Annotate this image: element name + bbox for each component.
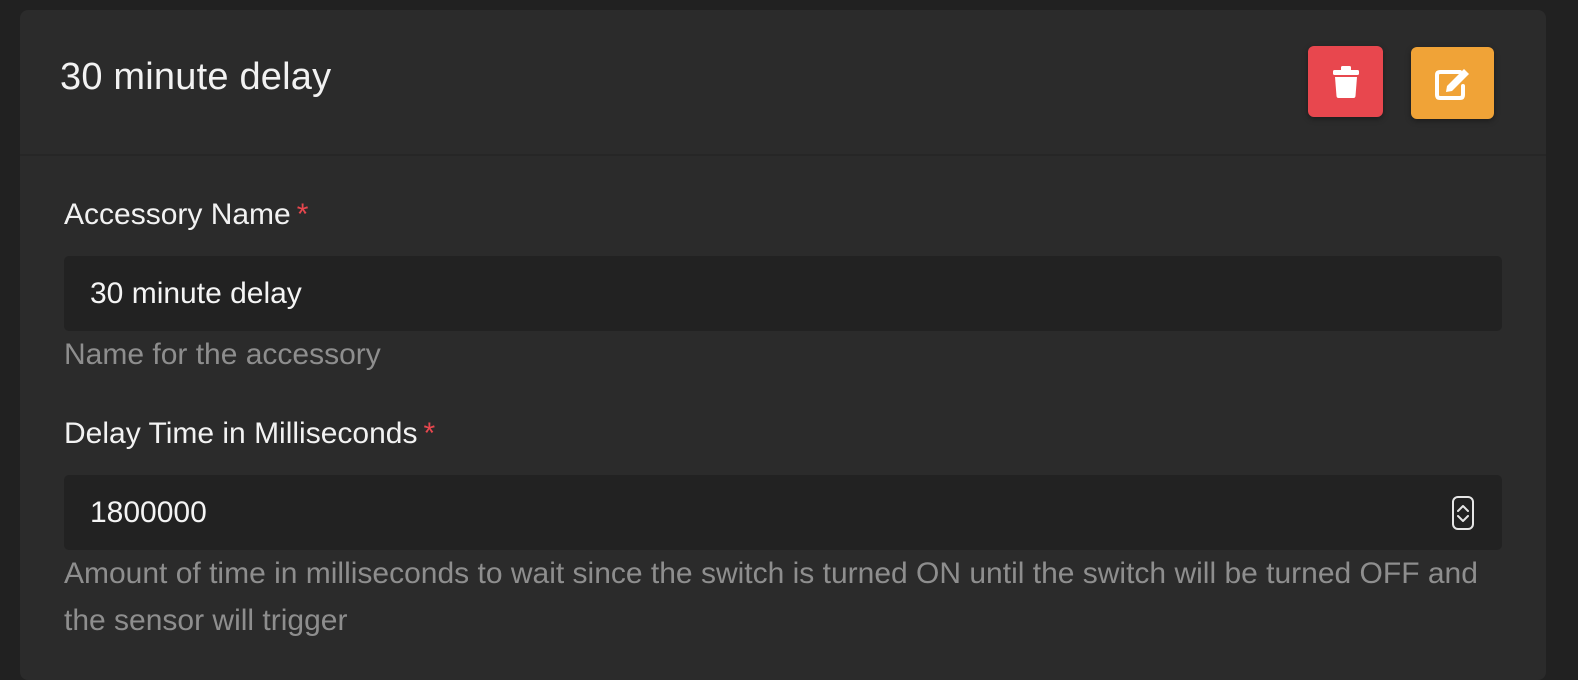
card-title: 30 minute delay [60,56,332,98]
accessory-card: 30 minute delay Accessory Name* Name for… [20,10,1546,680]
delay-time-input[interactable] [64,475,1502,550]
delay-time-field-box [64,475,1502,550]
edit-button[interactable] [1411,47,1494,119]
accessory-name-help: Name for the accessory [64,338,381,371]
delay-time-help: Amount of time in milliseconds to wait s… [64,557,1478,637]
delay-time-label: Delay Time in Milliseconds * [64,417,435,451]
required-marker: * [296,198,309,231]
chevron-down-icon[interactable] [1457,514,1469,523]
edit-icon [1434,69,1469,100]
required-marker: * [423,417,436,450]
accessory-name-label: Accessory Name * [64,198,308,232]
trash-icon [1332,65,1359,98]
delete-button[interactable] [1308,46,1383,117]
accessory-name-label-text: Accessory Name [64,198,291,231]
card-header: 30 minute delay [20,10,1546,156]
number-spinner[interactable] [1452,496,1474,530]
accessory-name-field-box [64,256,1502,331]
delay-time-label-text: Delay Time in Milliseconds [64,417,418,450]
accessory-name-input[interactable] [64,256,1502,331]
chevron-up-icon[interactable] [1457,504,1469,512]
